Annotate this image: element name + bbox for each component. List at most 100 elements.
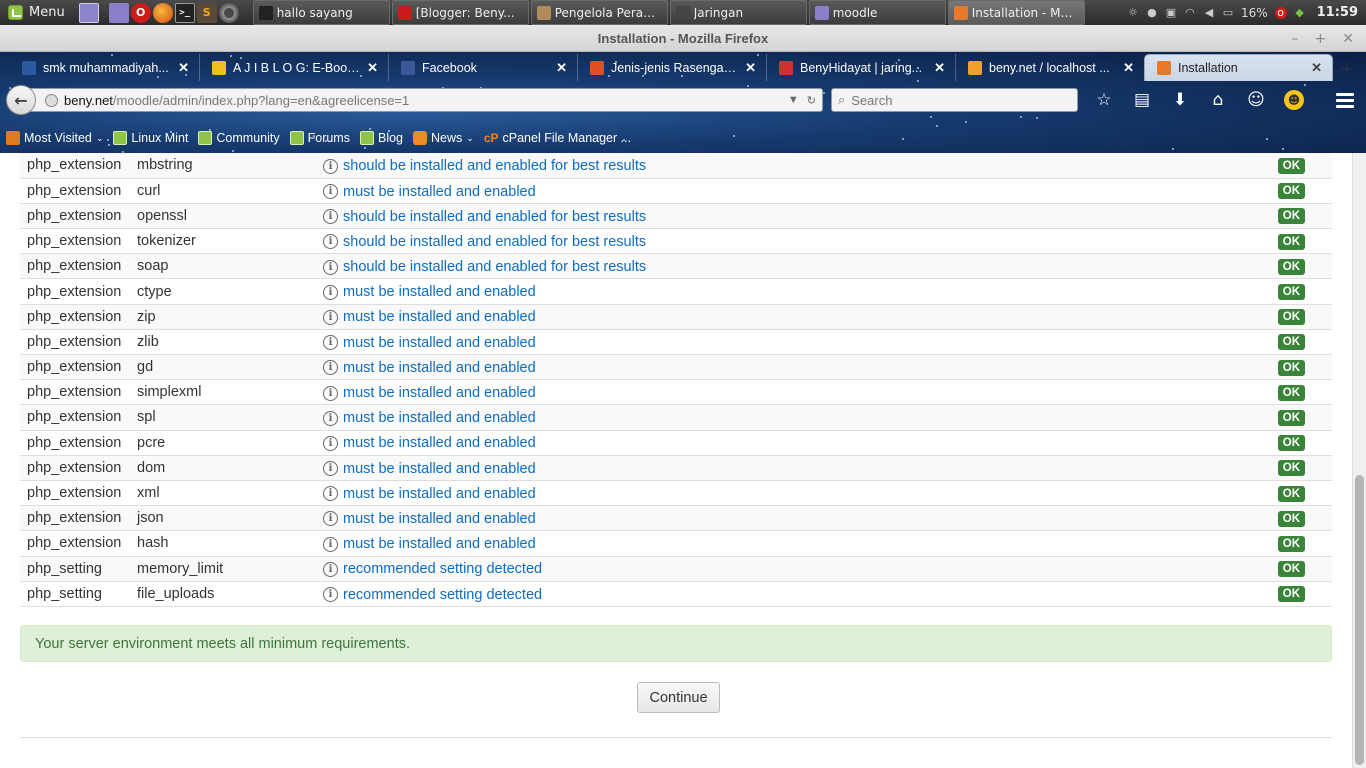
- brightness-icon[interactable]: ☼: [1127, 6, 1139, 19]
- bookmark-item[interactable]: Linux Mint: [113, 131, 188, 145]
- check-report[interactable]: i should be installed and enabled for bes…: [323, 259, 646, 275]
- account-avatar-icon[interactable]: ☻: [1284, 90, 1304, 110]
- search-bar[interactable]: ⌕ Search: [831, 88, 1078, 112]
- page-scrollbar[interactable]: [1352, 153, 1366, 768]
- check-report[interactable]: i must be installed and enabled: [323, 335, 536, 351]
- show-desktop-icon[interactable]: [78, 2, 99, 23]
- check-status-cell: OK: [1270, 379, 1332, 406]
- browser-tab[interactable]: A J I B L O G: E-Book ... ✕: [199, 54, 388, 81]
- bookmark-star-icon[interactable]: ☆: [1094, 90, 1114, 110]
- home-icon[interactable]: ⌂: [1208, 90, 1228, 110]
- browser-tab[interactable]: Facebook ✕: [388, 54, 577, 81]
- report-text: must be installed and enabled: [343, 334, 536, 351]
- taskbar-item[interactable]: hallo sayang: [252, 0, 390, 25]
- check-report-cell: i must be installed and enabled: [316, 278, 1271, 305]
- terminal-icon[interactable]: >_: [174, 2, 195, 23]
- screenshot-icon[interactable]: ▣: [1165, 6, 1177, 19]
- check-report[interactable]: i should be installed and enabled for bes…: [323, 234, 646, 250]
- reload-icon[interactable]: ↻: [807, 94, 816, 107]
- check-report[interactable]: i should be installed and enabled for bes…: [323, 158, 646, 174]
- check-report[interactable]: i must be installed and enabled: [323, 461, 536, 477]
- continue-button[interactable]: Continue: [637, 682, 720, 713]
- check-report[interactable]: i must be installed and enabled: [323, 360, 536, 376]
- report-text: should be installed and enabled for best…: [343, 233, 647, 250]
- browser-tab[interactable]: beny.net / localhost ... ✕: [955, 54, 1144, 81]
- browser-tab[interactable]: Installation ✕: [1144, 54, 1333, 81]
- browser-tab[interactable]: Jenis-jenis Rasengan!... ✕: [577, 54, 766, 81]
- check-report[interactable]: i must be installed and enabled: [323, 284, 536, 300]
- report-text: must be installed and enabled: [343, 510, 536, 527]
- check-report[interactable]: i must be installed and enabled: [323, 309, 536, 325]
- bookmark-item[interactable]: News ⌄: [413, 131, 474, 145]
- close-tab-icon[interactable]: ✕: [745, 60, 756, 76]
- url-dropdown-icon[interactable]: ▼: [788, 94, 799, 107]
- minimize-icon[interactable]: –: [1292, 31, 1299, 47]
- opera-icon[interactable]: O: [130, 2, 151, 23]
- firefox-icon[interactable]: [152, 2, 173, 23]
- tab-label: beny.net / localhost ...: [989, 60, 1110, 75]
- browser-tab[interactable]: BenyHidayat | jaring... ✕: [766, 54, 955, 81]
- table-row: php_setting memory_limit i recommended sett…: [20, 556, 1332, 582]
- info-icon: i: [323, 335, 338, 351]
- back-button[interactable]: ←: [6, 85, 36, 115]
- check-report[interactable]: i must be installed and enabled: [323, 385, 536, 401]
- check-report[interactable]: i should be installed and enabled for bes…: [323, 209, 646, 225]
- system-tray: ☼ ● ▣ ◠ ◀ ▭ 16% o ◆ 11:59: [1127, 5, 1366, 20]
- taskbar-item[interactable]: Jaringan: [669, 0, 807, 25]
- url-bar[interactable]: beny.net/moodle/admin/index.php?lang=en&…: [30, 88, 823, 112]
- taskbar-item[interactable]: Pengelola Peran...: [530, 0, 668, 25]
- shield-icon[interactable]: ◆: [1294, 6, 1306, 19]
- taskbar-item-label: Installation - Mo...: [971, 5, 1079, 20]
- bookmark-item[interactable]: cP cPanel File Manager ...: [484, 131, 631, 145]
- check-report[interactable]: i must be installed and enabled: [323, 486, 536, 502]
- battery-icon[interactable]: ▭: [1222, 6, 1234, 19]
- file-manager-icon[interactable]: [108, 2, 129, 23]
- hamburger-menu-icon[interactable]: [1336, 92, 1354, 108]
- table-row: php_setting file_uploads i recommended sett…: [20, 581, 1332, 607]
- sublime-text-icon[interactable]: S: [196, 2, 217, 23]
- check-report[interactable]: i must be installed and enabled: [323, 184, 536, 200]
- user-icon[interactable]: ●: [1146, 6, 1158, 19]
- bookmark-item[interactable]: Most Visited ⌄: [6, 131, 103, 145]
- smiley-feedback-icon[interactable]: ☺: [1246, 90, 1266, 110]
- browser-tab[interactable]: smk muhammadiyah... ✕: [10, 54, 199, 81]
- chrome-icon[interactable]: [218, 2, 239, 23]
- check-report[interactable]: i recommended setting detected: [323, 561, 542, 577]
- table-row: php_extension tokenizer i should be install…: [20, 228, 1332, 255]
- close-window-icon[interactable]: ✕: [1342, 31, 1354, 47]
- check-report[interactable]: i must be installed and enabled: [323, 536, 536, 552]
- close-tab-icon[interactable]: ✕: [934, 60, 945, 76]
- opera-tray-icon[interactable]: o: [1274, 6, 1287, 19]
- volume-icon[interactable]: ◀: [1203, 6, 1215, 19]
- bookmark-item[interactable]: Community: [198, 131, 280, 145]
- check-type: php_extension: [20, 530, 130, 557]
- status-badge: OK: [1277, 535, 1305, 552]
- check-report[interactable]: i must be installed and enabled: [323, 511, 536, 527]
- table-row: php_extension hash i must be installed and …: [20, 530, 1332, 557]
- taskbar-item[interactable]: moodle: [808, 0, 946, 25]
- info-icon: i: [323, 158, 338, 174]
- taskbar-item[interactable]: [Blogger: Beny...: [391, 0, 529, 25]
- reading-list-icon[interactable]: ▤: [1132, 90, 1152, 110]
- check-report[interactable]: i recommended setting detected: [323, 587, 542, 603]
- close-tab-icon[interactable]: ✕: [556, 60, 567, 76]
- clock[interactable]: 11:59: [1317, 5, 1358, 20]
- bookmark-item[interactable]: Forums: [289, 131, 350, 145]
- check-report[interactable]: i must be installed and enabled: [323, 410, 536, 426]
- maximize-icon[interactable]: +: [1315, 31, 1327, 47]
- downloads-icon[interactable]: ⬇: [1170, 90, 1190, 110]
- close-tab-icon[interactable]: ✕: [367, 60, 378, 76]
- check-report[interactable]: i must be installed and enabled: [323, 435, 536, 451]
- close-tab-icon[interactable]: ✕: [1123, 60, 1134, 76]
- taskbar-item[interactable]: Installation - Mo...: [947, 0, 1085, 25]
- start-menu-button[interactable]: Menu: [0, 0, 73, 25]
- wifi-icon[interactable]: ◠: [1184, 6, 1196, 19]
- taskbar-item-label: hallo sayang: [276, 5, 353, 20]
- site-identity-icon[interactable]: [45, 93, 58, 107]
- close-tab-icon[interactable]: ✕: [178, 60, 189, 76]
- close-tab-icon[interactable]: ✕: [1311, 60, 1322, 76]
- bookmark-label: News: [431, 131, 463, 145]
- new-tab-icon[interactable]: +: [1333, 54, 1361, 81]
- bookmark-item[interactable]: Blog: [359, 131, 403, 145]
- scrollbar-thumb[interactable]: [1355, 475, 1364, 765]
